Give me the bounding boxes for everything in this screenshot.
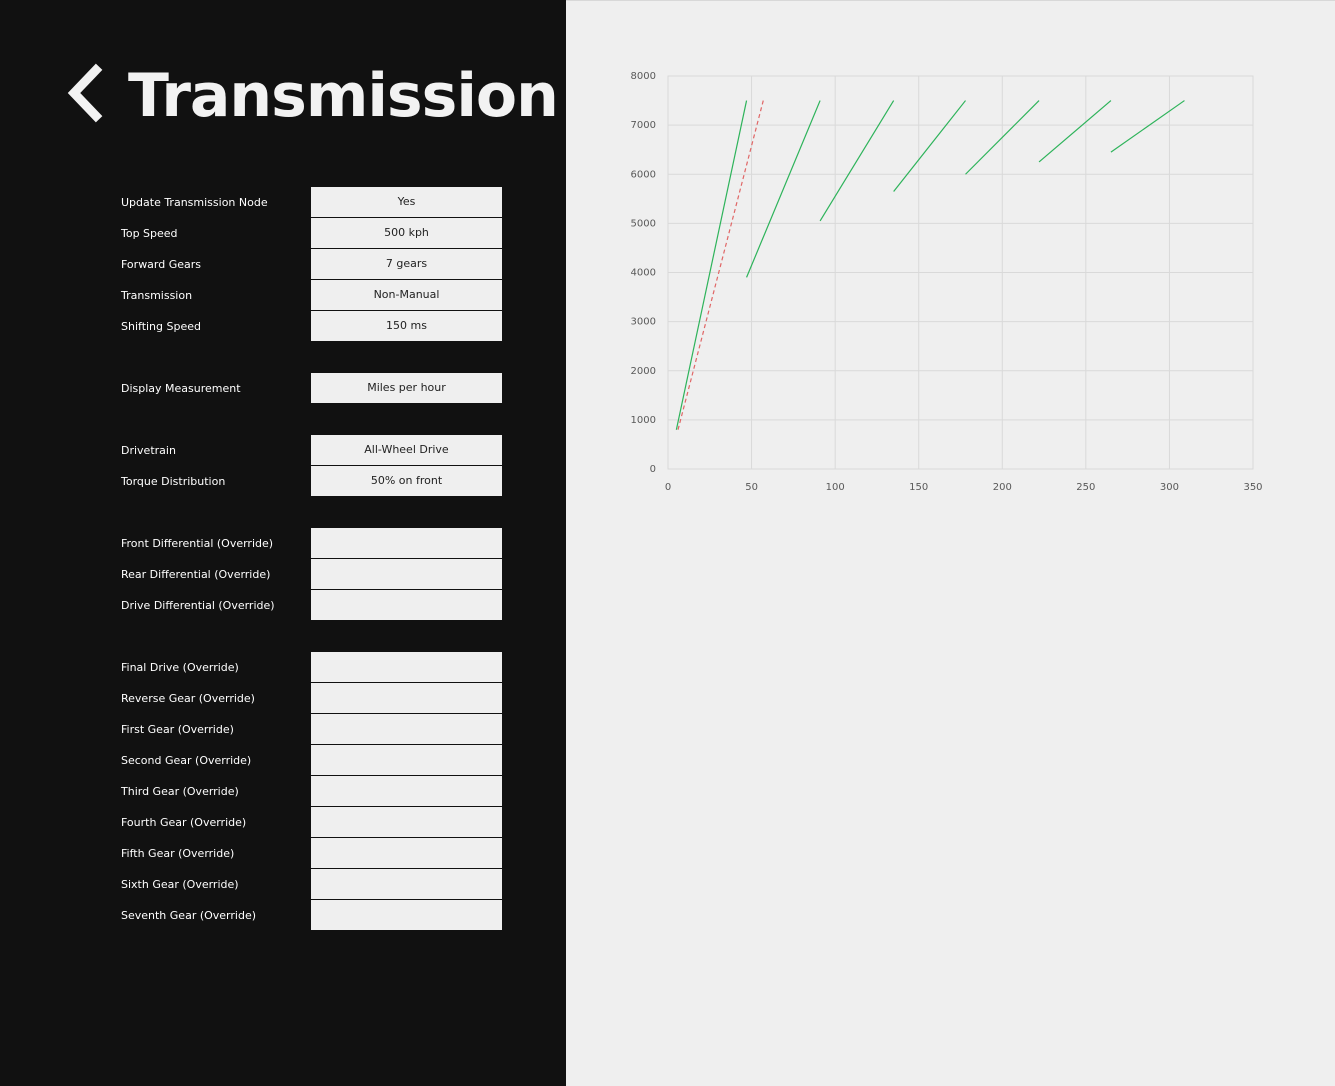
setting-row: Torque Distribution 50% on front bbox=[0, 466, 566, 497]
x-tick-label: 0 bbox=[665, 482, 671, 493]
settings-panel: Transmission Update Transmission Node Yes… bbox=[0, 0, 566, 1086]
setting-label: Final Drive (Override) bbox=[121, 661, 239, 674]
setting-value-field[interactable] bbox=[311, 590, 502, 620]
x-tick-label: 50 bbox=[745, 482, 758, 493]
setting-label: Rear Differential (Override) bbox=[121, 568, 271, 581]
setting-label: Shifting Speed bbox=[121, 320, 201, 333]
setting-value-field[interactable]: 500 kph bbox=[311, 218, 502, 248]
setting-value-field[interactable] bbox=[311, 528, 502, 558]
setting-value-field[interactable] bbox=[311, 652, 502, 682]
y-tick-label: 1000 bbox=[631, 415, 656, 426]
y-tick-label: 3000 bbox=[631, 317, 656, 328]
setting-label: Fourth Gear (Override) bbox=[121, 816, 247, 829]
setting-label: Reverse Gear (Override) bbox=[121, 692, 255, 705]
setting-label: Top Speed bbox=[121, 227, 178, 240]
setting-label: First Gear (Override) bbox=[121, 723, 234, 736]
x-tick-label: 100 bbox=[826, 482, 845, 493]
setting-value-field[interactable] bbox=[311, 714, 502, 744]
setting-value-field[interactable]: 7 gears bbox=[311, 249, 502, 279]
setting-value-field[interactable] bbox=[311, 869, 502, 899]
y-tick-label: 0 bbox=[650, 464, 656, 475]
setting-label: Torque Distribution bbox=[121, 475, 226, 488]
rpm-speed-chart: 0 50 100 150 200 250 300 350 0 1000 2000 3000 4000 50… bbox=[631, 71, 1263, 493]
x-tick-label: 250 bbox=[1076, 482, 1095, 493]
setting-label: Forward Gears bbox=[121, 258, 202, 271]
setting-row: Top Speed 500 kph bbox=[0, 218, 566, 249]
back-button[interactable] bbox=[62, 60, 114, 130]
setting-value-field[interactable] bbox=[311, 807, 502, 837]
setting-row: First Gear (Override) bbox=[0, 714, 566, 745]
setting-label: Drive Differential (Override) bbox=[121, 599, 275, 612]
setting-label: Seventh Gear (Override) bbox=[121, 909, 257, 922]
setting-value-field[interactable] bbox=[311, 900, 502, 930]
setting-value-field[interactable]: 50% on front bbox=[311, 466, 502, 496]
y-tick-label: 8000 bbox=[631, 71, 656, 82]
setting-row: Drivetrain All-Wheel Drive bbox=[0, 435, 566, 466]
setting-row: Final Drive (Override) bbox=[0, 652, 566, 683]
setting-label: Update Transmission Node bbox=[121, 196, 268, 209]
x-tick-label: 350 bbox=[1243, 482, 1262, 493]
setting-row: Shifting Speed 150 ms bbox=[0, 311, 566, 342]
setting-value-field[interactable]: Yes bbox=[311, 187, 502, 217]
setting-label: Third Gear (Override) bbox=[121, 785, 239, 798]
setting-value-field[interactable] bbox=[311, 683, 502, 713]
setting-row: Front Differential (Override) bbox=[0, 528, 566, 559]
setting-row: Sixth Gear (Override) bbox=[0, 869, 566, 900]
x-tick-label: 300 bbox=[1160, 482, 1179, 493]
setting-label: Fifth Gear (Override) bbox=[121, 847, 235, 860]
setting-label: Drivetrain bbox=[121, 444, 176, 457]
setting-label: Transmission bbox=[121, 289, 193, 302]
y-tick-label: 2000 bbox=[631, 366, 656, 377]
setting-row: Transmission Non-Manual bbox=[0, 280, 566, 311]
setting-row: Second Gear (Override) bbox=[0, 745, 566, 776]
setting-value-field[interactable]: Non-Manual bbox=[311, 280, 502, 310]
setting-row: Drive Differential (Override) bbox=[0, 590, 566, 621]
y-tick-label: 4000 bbox=[631, 268, 656, 279]
setting-value-field[interactable]: All-Wheel Drive bbox=[311, 435, 502, 465]
y-tick-label: 6000 bbox=[631, 169, 656, 180]
setting-value-field[interactable] bbox=[311, 838, 502, 868]
setting-label: Front Differential (Override) bbox=[121, 537, 274, 550]
setting-row: Update Transmission Node Yes bbox=[0, 187, 566, 218]
x-tick-label: 200 bbox=[993, 482, 1012, 493]
setting-value-field[interactable] bbox=[311, 745, 502, 775]
setting-label: Second Gear (Override) bbox=[121, 754, 252, 767]
setting-value-field[interactable]: Miles per hour bbox=[311, 373, 502, 403]
setting-label: Display Measurement bbox=[121, 382, 241, 395]
chevron-left-icon bbox=[67, 63, 103, 123]
setting-label: Sixth Gear (Override) bbox=[121, 878, 239, 891]
setting-row: Fourth Gear (Override) bbox=[0, 807, 566, 838]
y-tick-label: 5000 bbox=[631, 218, 656, 229]
setting-row: Fifth Gear (Override) bbox=[0, 838, 566, 869]
y-tick-label: 7000 bbox=[631, 120, 656, 131]
setting-row: Seventh Gear (Override) bbox=[0, 900, 566, 931]
setting-row: Third Gear (Override) bbox=[0, 776, 566, 807]
setting-row: Reverse Gear (Override) bbox=[0, 683, 566, 714]
page-title: Transmission bbox=[128, 61, 559, 131]
setting-value-field[interactable] bbox=[311, 776, 502, 806]
setting-value-field[interactable] bbox=[311, 559, 502, 589]
setting-row: Forward Gears 7 gears bbox=[0, 249, 566, 280]
setting-row: Rear Differential (Override) bbox=[0, 559, 566, 590]
setting-row: Display Measurement Miles per hour bbox=[0, 373, 566, 404]
x-tick-label: 150 bbox=[909, 482, 928, 493]
setting-value-field[interactable]: 150 ms bbox=[311, 311, 502, 341]
